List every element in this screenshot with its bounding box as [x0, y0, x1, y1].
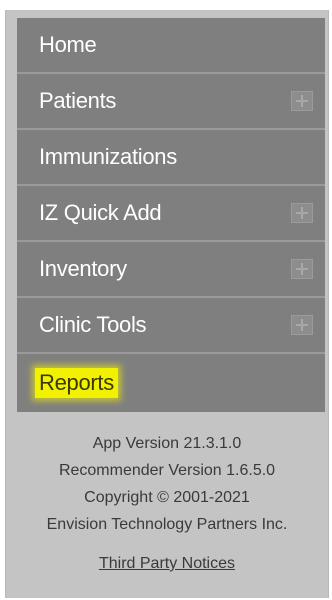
- sidebar-item-patients[interactable]: Patients: [17, 74, 325, 130]
- sidebar-item-label: Reports: [35, 368, 118, 398]
- company-name: Envision Technology Partners Inc.: [46, 516, 288, 533]
- sidebar-item-label: IZ Quick Add: [39, 200, 162, 225]
- plus-icon[interactable]: [291, 91, 313, 111]
- sidebar-item-label: Clinic Tools: [39, 312, 147, 337]
- plus-icon[interactable]: [291, 259, 313, 279]
- sidebar-item-inventory[interactable]: Inventory: [17, 242, 325, 298]
- sidebar-item-label: Immunizations: [39, 144, 177, 169]
- sidebar-item-reports[interactable]: Reports: [17, 354, 325, 412]
- recommender-version: Recommender Version 1.6.5.0: [58, 462, 276, 479]
- sidebar-item-label: Home: [39, 32, 97, 57]
- sidebar-item-clinic-tools[interactable]: Clinic Tools: [17, 298, 325, 354]
- copyright: Copyright © 2001-2021: [84, 489, 250, 506]
- sidebar-panel: Home Patients Immunizations IZ Quick Add…: [5, 10, 329, 598]
- sidebar-item-label: Patients: [39, 88, 117, 113]
- sidebar-item-iz-quick-add[interactable]: IZ Quick Add: [17, 186, 325, 242]
- app-version: App Version 21.3.1.0: [92, 435, 242, 452]
- sidebar-item-immunizations[interactable]: Immunizations: [17, 130, 325, 186]
- plus-icon[interactable]: [291, 203, 313, 223]
- sidebar-item-label: Inventory: [39, 256, 127, 281]
- app-info: App Version 21.3.1.0 Recommender Version…: [6, 430, 328, 577]
- sidebar-item-home[interactable]: Home: [17, 18, 325, 74]
- sidebar-nav: Home Patients Immunizations IZ Quick Add…: [17, 18, 325, 412]
- plus-icon[interactable]: [291, 315, 313, 335]
- third-party-notices-link[interactable]: Third Party Notices: [99, 550, 235, 577]
